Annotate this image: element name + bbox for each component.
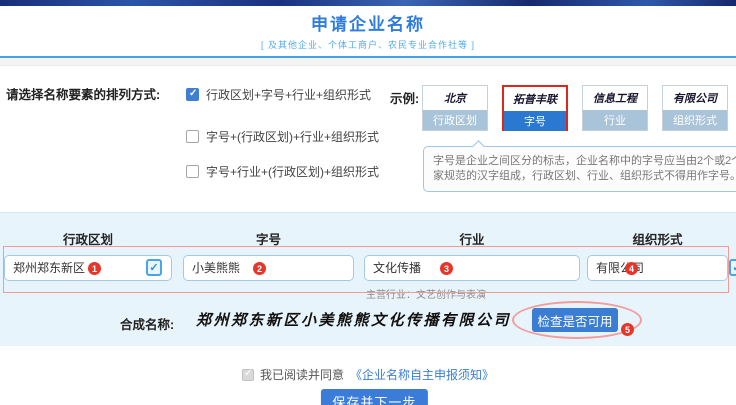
page-header: 申请企业名称 [ 及其他企业、个体工商户、农民专业合作社等 ] [0, 6, 736, 51]
example-label: 示例: [390, 88, 419, 107]
agreement-text: 我已阅读并同意 [260, 366, 344, 383]
arrangement-option-1[interactable]: 行政区划+字号+行业+组织形式 [186, 86, 371, 103]
industry-input[interactable]: 文化传播 [364, 255, 580, 281]
example-industry-name: 信息工程 [583, 86, 647, 110]
name-composition-section: 行政区划 字号 行业 组织形式 郑州郑东新区 小美熊熊 文化传播 有限公司 1 … [0, 212, 736, 346]
arrangement-section: 请选择名称要素的排列方式: 行政区划+字号+行业+组织形式 字号+(行政区划)+… [0, 66, 736, 212]
save-next-button[interactable]: 保存并下一步 [321, 389, 428, 405]
arrangement-option-label: 行政区划+字号+行业+组织形式 [206, 86, 371, 103]
region-picker-icon[interactable]: ✓ [146, 259, 162, 276]
page-title: 申请企业名称 [0, 10, 736, 35]
column-header-tradename: 字号 [183, 229, 354, 248]
agreement-checkbox-checked-icon[interactable] [242, 369, 254, 381]
agreement-row: 我已阅读并同意 《企业名称自主申报须知》 [0, 366, 736, 383]
checkbox-unchecked-icon[interactable] [186, 130, 199, 143]
checkbox-checked-icon[interactable] [186, 88, 199, 101]
example-box-region: 北京 行政区划 [422, 85, 488, 131]
tooltip-text-line1: 字号是企业之间区分的标志，企业名称中的字号应当由2个或2个以上符合国 [433, 154, 736, 169]
agreement-notice-link[interactable]: 《企业名称自主申报须知》 [350, 366, 494, 383]
arrangement-option-label: 字号+(行政区划)+行业+组织形式 [206, 128, 379, 145]
step-badge-1: 1 [88, 262, 101, 275]
orgform-input[interactable]: 有限公司 [587, 255, 728, 281]
column-header-region: 行政区划 [0, 229, 176, 248]
arrangement-option-2[interactable]: 字号+(行政区划)+行业+组织形式 [186, 128, 379, 145]
check-availability-button[interactable]: 检查是否可用 [532, 308, 618, 332]
main-industry-note: 主营行业：文艺创作与表演 [366, 286, 486, 301]
example-box-tradename-highlighted: 拓普丰联 字号 [502, 85, 568, 131]
example-orgform-name: 有限公司 [663, 86, 727, 110]
example-region-category: 行政区划 [423, 110, 487, 130]
step-badge-4: 4 [625, 262, 638, 275]
header-gray-band [0, 58, 736, 66]
example-box-orgform: 有限公司 组织形式 [662, 85, 728, 131]
example-industry-category: 行业 [583, 110, 647, 130]
example-orgform-category: 组织形式 [663, 110, 727, 130]
example-region-name: 北京 [423, 86, 487, 110]
tooltip-text-line2: 家规范的汉字组成，行政区划、行业、组织形式不得用作字号。 [433, 169, 736, 184]
arrangement-option-3[interactable]: 字号+行业+(行政区划)+组织形式 [186, 163, 379, 180]
tradename-tooltip: 字号是企业之间区分的标志，企业名称中的字号应当由2个或2个以上符合国 家规范的汉… [423, 146, 736, 192]
arrangement-label: 请选择名称要素的排列方式: [6, 84, 160, 103]
composed-name-value: 郑州郑东新区小美熊熊文化传播有限公司 [196, 309, 511, 330]
example-box-industry: 信息工程 行业 [582, 85, 648, 131]
column-header-orgform: 组织形式 [587, 229, 728, 248]
tradename-input[interactable]: 小美熊熊 [183, 255, 354, 281]
checkbox-unchecked-icon[interactable] [186, 165, 199, 178]
orgform-picker-icon[interactable]: ✓ [729, 259, 736, 276]
step-badge-2: 2 [253, 262, 266, 275]
example-tradename-name: 拓普丰联 [504, 87, 566, 111]
step-badge-5: 5 [621, 323, 634, 336]
column-header-industry: 行业 [364, 229, 580, 248]
page-subtitle: [ 及其他企业、个体工商户、农民专业合作社等 ] [0, 38, 736, 51]
footer-section: 我已阅读并同意 《企业名称自主申报须知》 保存并下一步 [0, 346, 736, 405]
arrangement-option-label: 字号+行业+(行政区划)+组织形式 [206, 163, 379, 180]
step-badge-3: 3 [440, 262, 453, 275]
composed-name-label: 合成名称: [120, 314, 174, 333]
example-tradename-category: 字号 [504, 111, 566, 131]
